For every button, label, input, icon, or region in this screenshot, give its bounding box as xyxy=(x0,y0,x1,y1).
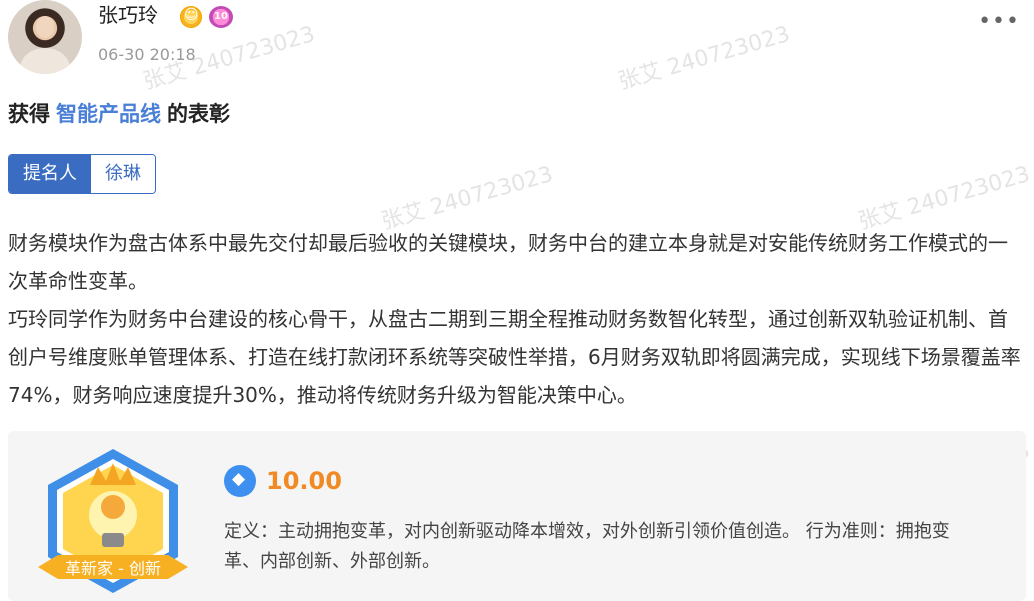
score-row: 10.00 xyxy=(224,465,342,497)
avatar[interactable] xyxy=(8,0,82,74)
innovator-medal-icon: 革新家 - 创新 xyxy=(38,449,188,593)
content-paragraph: 巧玲同学作为财务中台建设的核心骨干，从盘古二期到三期全程推动财务数智化转型，通过… xyxy=(8,307,1021,407)
user-name[interactable]: 张巧玲 xyxy=(98,2,158,28)
nominee-name[interactable]: 徐琳 xyxy=(91,155,155,193)
award-product-link[interactable]: 智能产品线 xyxy=(56,102,161,126)
avatar-face xyxy=(36,16,54,38)
post-timestamp: 06-30 20:18 xyxy=(98,45,196,64)
score-value: 10.00 xyxy=(266,467,342,495)
nominee-label: 提名人 xyxy=(9,155,91,193)
content-paragraph: 财务模块作为盘古体系中最先交付却最后验收的关键模块，财务中台的建立本身就是对安能… xyxy=(8,231,1008,293)
watermark: 张艾 240723023 xyxy=(615,21,793,95)
nominee-tag: 提名人 徐琳 xyxy=(8,154,156,194)
vip-crown-icon xyxy=(180,6,202,28)
more-horizontal-icon[interactable]: ••• xyxy=(978,11,1020,33)
avatar-shoulders xyxy=(20,48,70,74)
value-definition: 定义：主动拥抱变革，对内创新驱动降本增效，对外创新引领价值创造。 行为准则：拥抱… xyxy=(224,521,950,572)
medal-label: 革新家 - 创新 xyxy=(65,559,161,578)
level-badge-icon: 10 xyxy=(209,6,233,28)
award-suffix: 的表彰 xyxy=(167,102,230,126)
award-card: 革新家 - 创新 10.00 定义：主动拥抱变革，对内创新驱动降本增效，对外创新… xyxy=(8,431,1026,601)
award-prefix: 获得 xyxy=(8,102,50,126)
award-title: 获得 智能产品线 的表彰 xyxy=(8,100,230,128)
post-content: 财务模块作为盘古体系中最先交付却最后验收的关键模块，财务中台的建立本身就是对安能… xyxy=(8,224,1026,414)
diamond-icon xyxy=(224,465,256,497)
